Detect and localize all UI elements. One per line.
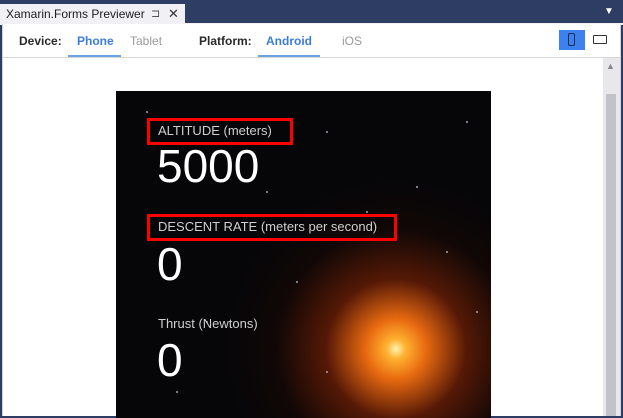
thrust-label: Thrust (Newtons) [158,316,258,331]
platform-label: Platform: [199,34,252,48]
scroll-up-arrow-icon[interactable]: ▲ [606,61,615,71]
star [326,131,328,133]
phone-preview: ALTITUDE (meters) 5000 DESCENT RATE (met… [116,91,491,418]
device-option-tablet[interactable]: Tablet [130,34,162,48]
device-label: Device: [19,34,62,48]
landscape-view-button[interactable] [587,30,613,50]
document-tab[interactable]: Xamarin.Forms Previewer ⊐ ✕ [0,4,185,24]
platform-option-ios[interactable]: iOS [342,34,362,48]
star [416,186,418,188]
platform-option-android[interactable]: Android [266,34,312,48]
previewer-content: Device: Phone Tablet Platform: Android i… [2,24,621,418]
star [366,211,368,213]
landscape-phone-icon [593,35,607,44]
device-selected-underline [68,55,121,57]
descent-rate-label: DESCENT RATE (meters per second) [158,219,378,234]
star [476,311,478,313]
altitude-value: 5000 [157,140,260,192]
star [326,371,328,373]
platform-selected-underline [258,55,320,57]
star [446,251,448,253]
portrait-phone-icon [568,33,575,46]
portrait-view-button[interactable] [559,30,585,50]
thrust-value: 0 [157,334,183,386]
star [296,281,298,283]
window-menu-dropdown-icon[interactable]: ▼ [604,6,614,17]
previewer-window: Xamarin.Forms Previewer ⊐ ✕ ▼ Device: Ph… [0,0,623,418]
descent-rate-value: 0 [157,238,183,290]
pin-icon[interactable]: ⊐ [151,4,160,24]
scroll-thumb[interactable] [606,94,616,416]
star [266,191,268,193]
vertical-scrollbar[interactable]: ▲ [603,58,620,416]
device-option-phone[interactable]: Phone [77,34,114,48]
previewer-toolbar: Device: Phone Tablet Platform: Android i… [3,24,620,58]
star [146,111,148,113]
close-icon[interactable]: ✕ [168,4,179,24]
star [176,391,178,393]
altitude-label: ALTITUDE (meters) [158,123,272,138]
tab-title: Xamarin.Forms Previewer [6,7,145,21]
star [466,121,468,123]
